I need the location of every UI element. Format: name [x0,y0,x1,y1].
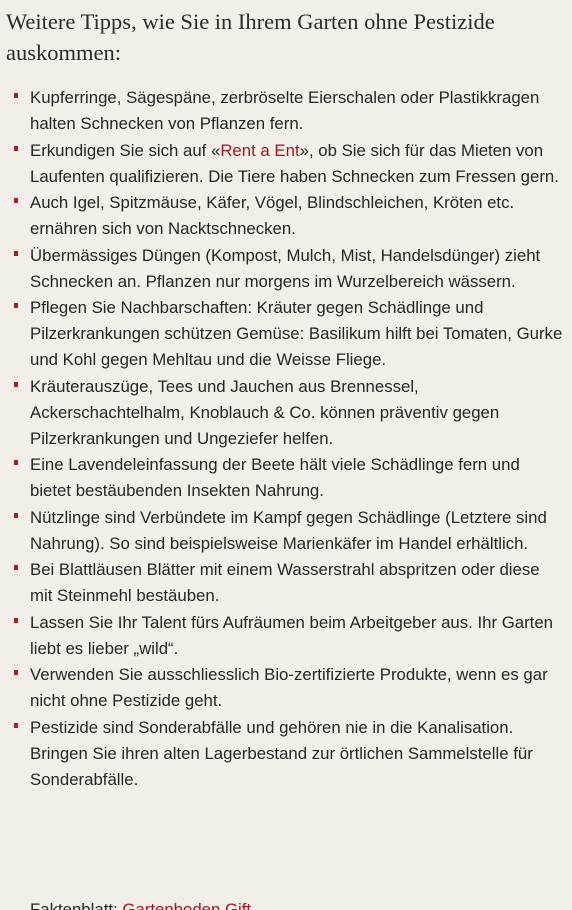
tip-item: Pflegen Sie Nachbarschaften: Kräuter geg… [0,295,572,373]
tip-item: Eine Lavendeleinfassung der Beete hält v… [0,452,572,504]
tip-text: Bei Blattläusen Blätter mit einem Wasser… [30,560,540,605]
rent-a-ent-link[interactable]: Rent a Ent [220,141,299,160]
tip-item: Lassen Sie Ihr Talent fürs Aufräumen bei… [0,610,572,662]
fact-sheet-line: Faktenblatt: Gartenboden Gift [30,897,251,910]
bullet-icon [14,145,18,151]
tip-text: Verwenden Sie ausschliesslich Bio-zertif… [30,665,548,710]
tip-item: Übermässiges Düngen (Kompost, Mulch, Mis… [0,243,572,295]
tip-text: Nützlinge sind Verbündete im Kampf gegen… [30,507,547,553]
bullet-icon [14,250,18,256]
tips-list: Kupferringe, Sägespäne, zerbröselte Eier… [0,85,572,793]
bullet-icon [14,565,18,570]
section-heading: Weitere Tipps, wie Sie in Ihrem Garten o… [6,9,495,65]
bullet-icon [14,722,18,728]
tip-item: Bei Blattläusen Blätter mit einem Wasser… [0,557,572,609]
tip-text: Kräuterauszüge, Tees und Jauchen aus Bre… [30,376,500,448]
tip-text: Lassen Sie Ihr Talent fürs Aufräumen bei… [30,612,553,658]
bullet-icon [14,93,18,98]
bullet-icon [14,381,18,387]
tip-text-before-link: Erkundigen Sie sich auf « [30,140,221,160]
tip-item: Verwenden Sie ausschliesslich Bio-zertif… [0,662,572,714]
bullet-icon [14,670,18,675]
bullet-icon [14,198,18,203]
article-section: Weitere Tipps, wie Sie in Ihrem Garten o… [0,0,572,910]
tip-text: Übermässiges Düngen (Kompost, Mulch, Mis… [30,245,541,291]
tip-item: Nützlinge sind Verbündete im Kampf gegen… [0,505,572,557]
tip-text: Kupferringe, Sägespäne, zerbröselte Eier… [30,88,540,133]
tip-item: Pestizide sind Sonderabfälle und gehören… [0,715,572,793]
bullet-icon [14,460,18,465]
tip-text: Pestizide sind Sonderabfälle und gehören… [30,717,533,789]
tip-item: Kräuterauszüge, Tees und Jauchen aus Bre… [0,374,572,452]
tip-text: Pflegen Sie Nachbarschaften: Kräuter geg… [30,298,563,369]
tip-item: Auch Igel, Spitzmäuse, Käfer, Vögel, Bli… [0,190,572,242]
tip-text: Auch Igel, Spitzmäuse, Käfer, Vögel, Bli… [30,193,515,238]
tip-item: Kupferringe, Sägespäne, zerbröselte Eier… [0,85,572,137]
bullet-icon [14,617,18,623]
tip-item: Erkundigen Sie sich auf «Rent a Ent», ob… [0,138,572,190]
bullet-icon [14,512,18,518]
fact-sheet-link[interactable]: Gartenboden Gift [122,900,251,910]
fact-sheet-label: Faktenblatt: [30,900,123,910]
tip-text: Eine Lavendeleinfassung der Beete hält v… [30,455,520,500]
bullet-icon [14,303,18,308]
